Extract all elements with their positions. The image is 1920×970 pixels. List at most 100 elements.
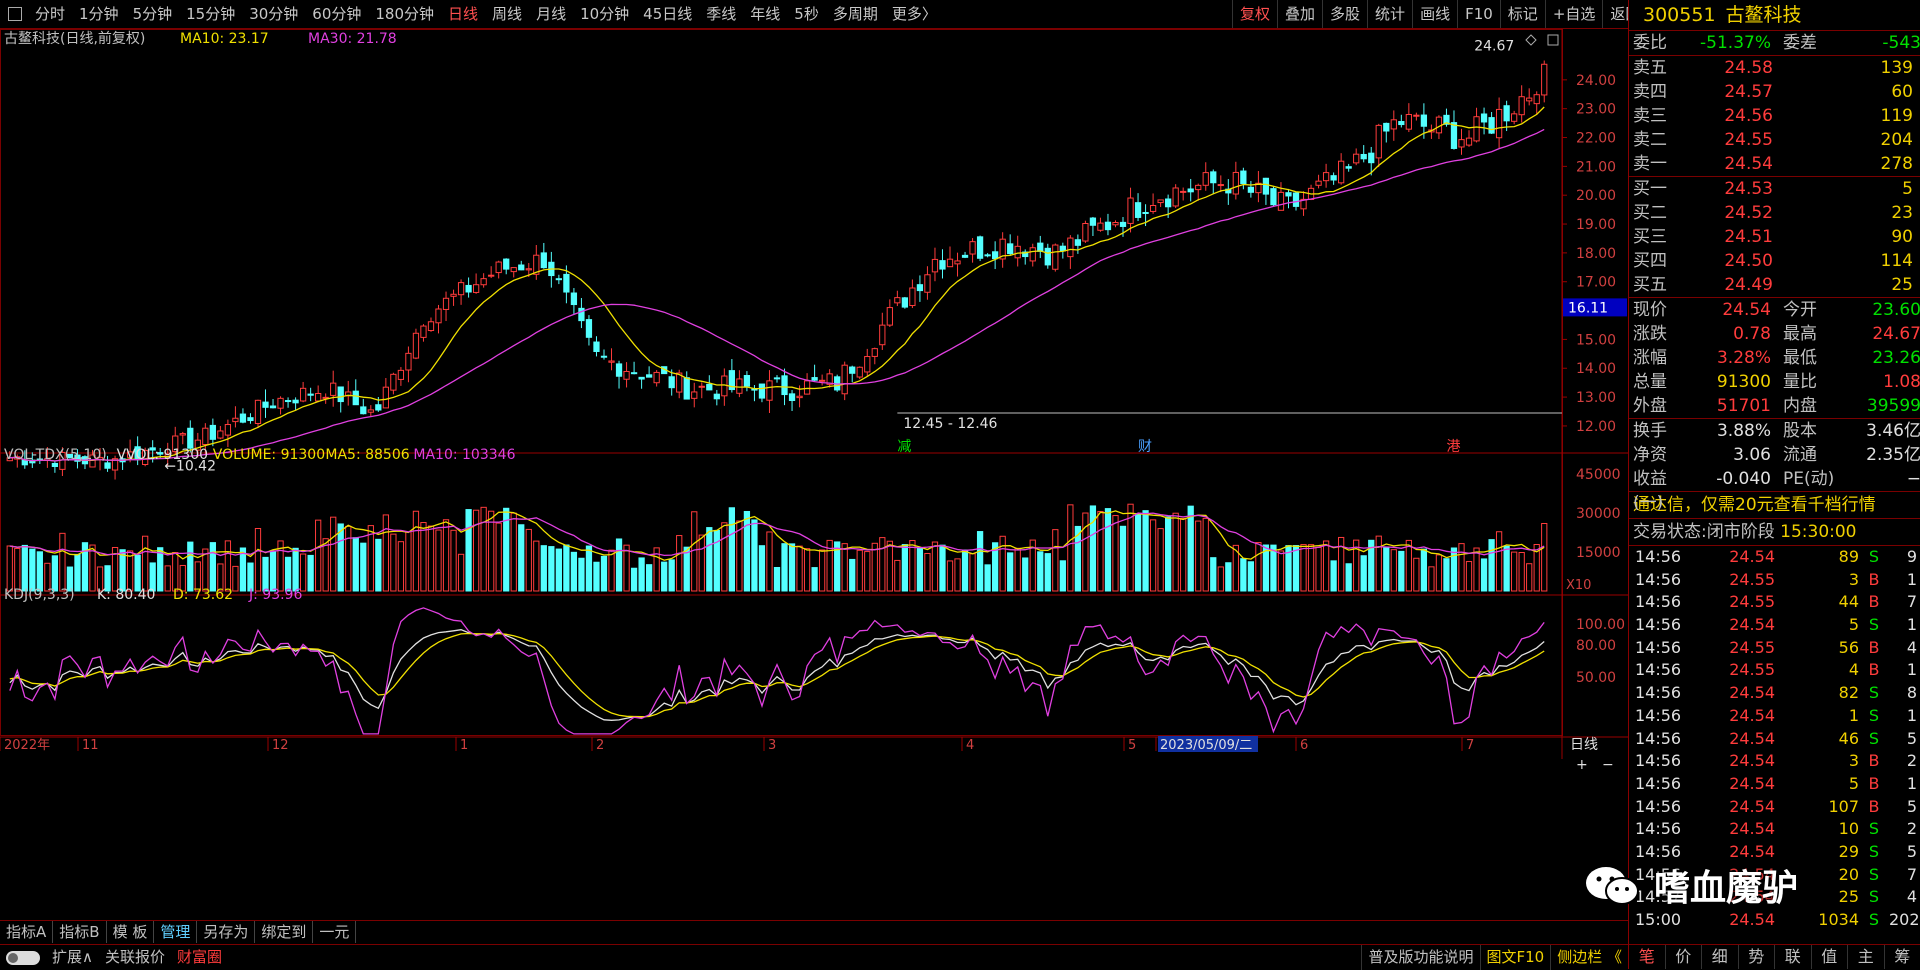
toggle-switch[interactable] [6, 951, 40, 965]
panel-tab[interactable]: 筹 [1885, 945, 1920, 969]
panel-tab[interactable]: 笔 [1629, 945, 1666, 969]
kline-svg[interactable]: 12.0013.0014.0015.0016.0017.0018.0019.00… [0, 29, 1628, 919]
period-tab[interactable]: 多周期 [826, 0, 885, 28]
candle-body [511, 268, 516, 272]
candle-body [541, 253, 546, 268]
bid-row[interactable]: 买四24.50114 [1629, 249, 1920, 273]
ask-row[interactable]: 卖一24.54278 [1629, 152, 1920, 176]
period-tab[interactable]: 季线 [699, 0, 743, 28]
panel-tab[interactable]: 联 [1775, 945, 1812, 969]
ask-row[interactable]: 卖二24.55204 [1629, 128, 1920, 152]
tool-button[interactable]: 叠加 [1277, 0, 1322, 28]
stat-label: 净资 [1629, 443, 1682, 467]
panel-tab[interactable]: 主 [1848, 945, 1885, 969]
tick-price: 24.54 [1715, 750, 1775, 773]
expand-icon[interactable] [1548, 35, 1558, 45]
bid-row[interactable]: 买二24.5223 [1629, 201, 1920, 225]
candle-body [1008, 244, 1013, 254]
panel-tab[interactable]: 势 [1739, 945, 1776, 969]
tool-button[interactable]: 统计 [1367, 0, 1412, 28]
stat-label: 换手 [1629, 419, 1682, 443]
diamond-icon[interactable] [1526, 35, 1536, 45]
indicator-tab[interactable]: 模 板 [107, 921, 155, 943]
indicator-tab[interactable]: 另存为 [197, 921, 255, 943]
candle-body [270, 406, 275, 408]
indicator-tab[interactable]: 管理 [154, 921, 197, 943]
bid-row[interactable]: 买一24.535 [1629, 177, 1920, 201]
promo-notice[interactable]: 通达信，仅需20元查看千档行情 [1629, 492, 1920, 519]
panel-tab[interactable]: 细 [1702, 945, 1739, 969]
tool-button[interactable]: +自选 [1545, 0, 1603, 28]
volume-bar [714, 530, 719, 591]
status-left-item[interactable]: 扩展∧ [46, 945, 99, 970]
zoom-in-button[interactable]: + [1576, 757, 1588, 773]
indicator-tab[interactable]: 绑定到 [255, 921, 313, 943]
window-icon[interactable] [8, 7, 22, 21]
candle-body [842, 365, 847, 394]
panel-tab[interactable]: 价 [1666, 945, 1703, 969]
period-tab[interactable]: 周线 [485, 0, 529, 28]
time-label: 2022年 [4, 738, 50, 753]
zoom-out-button[interactable]: − [1602, 757, 1614, 773]
volume-bar [1512, 552, 1517, 591]
status-right-item[interactable]: 侧边栏 《 [1550, 945, 1628, 970]
period-tab[interactable]: 60分钟 [305, 0, 368, 28]
tool-button[interactable]: 多股 [1322, 0, 1367, 28]
period-tab[interactable]: 30分钟 [242, 0, 305, 28]
candle-body [579, 308, 584, 320]
period-tab[interactable]: 180分钟 [368, 0, 441, 28]
indicator-tab[interactable]: 指标A [0, 921, 53, 943]
volume-bar [1384, 548, 1389, 591]
period-tab[interactable]: 年线 [743, 0, 787, 28]
volume-bar [1196, 521, 1201, 591]
ask-row[interactable]: 卖三24.56119 [1629, 104, 1920, 128]
tick-time: 14:56 [1629, 569, 1715, 592]
tick-price: 24.54 [1715, 818, 1775, 841]
period-tab[interactable]: 更多〉 [885, 0, 944, 28]
candle-body [233, 418, 238, 421]
stat-value: − [1838, 467, 1920, 491]
stat-label: 涨跌 [1629, 322, 1682, 346]
bid-row[interactable]: 买三24.5190 [1629, 225, 1920, 249]
volume-bar [722, 523, 727, 591]
weibi-row: 委比 -51.37% 委差 -543 [1629, 31, 1920, 56]
indicator-tab[interactable]: 指标B [53, 921, 106, 943]
period-tab[interactable]: 1分钟 [72, 0, 126, 28]
volume-bar [1527, 564, 1532, 591]
candle-body [917, 285, 922, 291]
period-tab[interactable]: 15分钟 [179, 0, 242, 28]
period-tab[interactable]: 5秒 [787, 0, 826, 28]
status-left-item[interactable]: 财富圈 [171, 945, 228, 970]
candle-body [639, 377, 644, 379]
ask-label: 卖四 [1629, 80, 1683, 104]
volume-bar [624, 545, 629, 591]
tool-button[interactable]: F10 [1457, 0, 1500, 28]
chart-area[interactable]: 12.0013.0014.0015.0016.0017.0018.0019.00… [0, 29, 1628, 939]
period-tab[interactable]: 45日线 [636, 0, 699, 28]
stat-label: 流通 [1771, 443, 1838, 467]
status-left-item[interactable]: 关联报价 [99, 945, 171, 970]
status-right-item[interactable]: 普及版功能说明 [1361, 945, 1479, 970]
ask-row[interactable]: 卖四24.5760 [1629, 80, 1920, 104]
tool-button[interactable]: 复权 [1232, 0, 1277, 28]
period-tab[interactable]: 月线 [529, 0, 573, 28]
tool-button[interactable]: 标记 [1500, 0, 1545, 28]
period-tab[interactable]: 10分钟 [573, 0, 636, 28]
volume-bar [609, 550, 614, 591]
bid-row[interactable]: 买五24.4925 [1629, 273, 1920, 297]
period-tab[interactable]: 分时 [28, 0, 72, 28]
volume-bar [1496, 532, 1501, 591]
tool-button[interactable]: 画线 [1412, 0, 1457, 28]
status-right-item[interactable]: 图文F10 [1480, 945, 1551, 970]
panel-tab[interactable]: 值 [1812, 945, 1849, 969]
period-tabs: 分时1分钟5分钟15分钟30分钟60分钟180分钟日线周线月线10分钟45日线季… [28, 0, 944, 28]
candle-body [699, 386, 704, 387]
indicator-tab[interactable]: 一元 [313, 921, 356, 943]
tick-volume: 56 [1775, 637, 1859, 660]
tick-side: S [1859, 682, 1889, 705]
period-tab[interactable]: 日线 [441, 0, 485, 28]
period-tab[interactable]: 5分钟 [126, 0, 180, 28]
ask-row[interactable]: 卖五24.58139 [1629, 56, 1920, 80]
candle-body [1346, 167, 1351, 169]
volume-bar [910, 541, 915, 591]
